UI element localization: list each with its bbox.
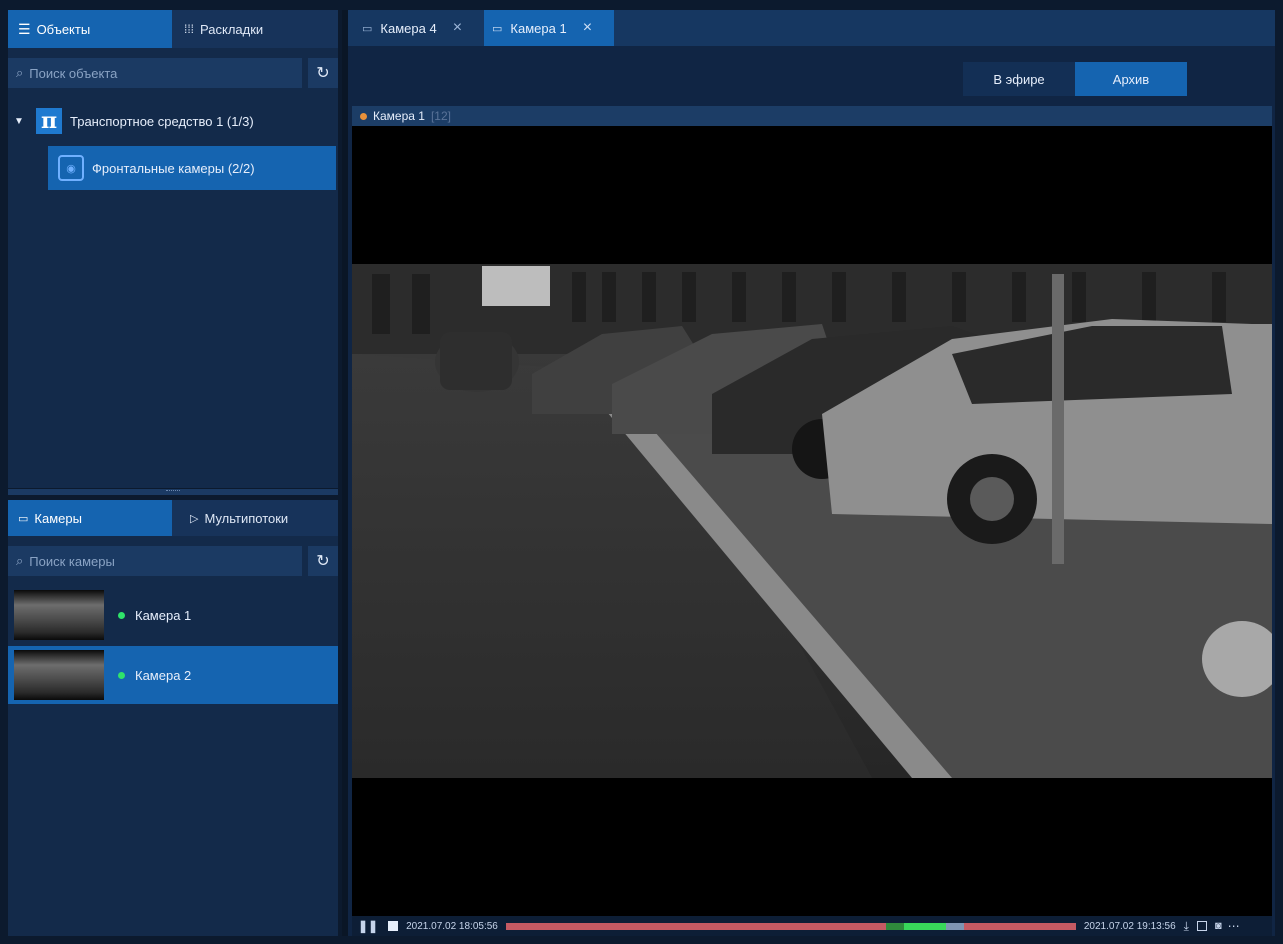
tab-camera-4[interactable]: ▭ Камера 4 × (354, 10, 482, 46)
tab-camera-1[interactable]: ▭ Камера 1 × (484, 10, 614, 46)
player-header: Камера 1 [12] (352, 106, 1272, 126)
refresh-objects-button[interactable]: ↻ (308, 58, 338, 88)
panel-splitter[interactable] (8, 489, 338, 495)
live-button-label: В эфире (993, 71, 1045, 87)
camera-group-icon: ◉ (58, 155, 84, 181)
video-image (352, 264, 1272, 778)
video-frame[interactable] (352, 126, 1272, 916)
camera-icon: ▭ (362, 22, 373, 35)
cameras-panel: ⌕ Поиск камеры ↻ Камера 1 Камера 2 (8, 536, 338, 936)
snapshot-icon[interactable]: ◙ (1215, 920, 1222, 932)
refresh-cameras-button[interactable]: ↻ (308, 546, 338, 576)
more-icon[interactable]: ⋯ (1228, 919, 1240, 933)
camera-thumbnail (14, 590, 104, 640)
main-area: ▭ Камера 4 × ▭ Камера 1 × В эфире Архив … (348, 10, 1275, 936)
tab-cameras-label: Камеры (34, 510, 82, 526)
camera-search-placeholder: Поиск камеры (29, 553, 115, 569)
timeline-recorded (505, 922, 1076, 930)
tab-layouts[interactable]: ⁞⁞⁞ Раскладки (172, 10, 338, 48)
pi-icon: π (36, 108, 62, 134)
tab-multistreams[interactable]: ▷ Мультипотоки (172, 500, 338, 536)
stop-button[interactable] (388, 921, 399, 931)
camera-icon: ▭ (18, 512, 29, 525)
archive-button[interactable]: Архив (1075, 62, 1187, 96)
tab-camera-1-label: Камера 1 (510, 20, 567, 36)
camera-icon: ▭ (492, 22, 503, 35)
tab-camera-4-label: Камера 4 (380, 20, 437, 36)
tree-root-item[interactable]: ▼ π Транспортное средство 1 (1/3) (14, 106, 334, 136)
tab-objects[interactable]: ☰ Объекты (8, 10, 172, 48)
close-icon[interactable]: × (453, 19, 462, 37)
pause-button[interactable]: ❚❚ (358, 919, 378, 933)
archive-button-label: Архив (1112, 71, 1150, 87)
close-icon[interactable]: × (583, 19, 592, 37)
camera-tab-bar: ▭ Камеры ▷ Мультипотоки (8, 500, 338, 536)
download-icon[interactable]: ⤓ (1184, 919, 1189, 934)
online-status-dot (118, 611, 125, 619)
tab-cameras[interactable]: ▭ Камеры (8, 500, 172, 536)
tab-layouts-label: Раскладки (200, 21, 264, 37)
object-search-input[interactable]: ⌕ Поиск объекта (8, 58, 302, 88)
search-icon: ⌕ (16, 553, 24, 568)
online-status-dot (118, 671, 125, 679)
left-tab-bar: ☰ Объекты ⁞⁞⁞ Раскладки (8, 10, 338, 48)
tree-child-item[interactable]: ◉ Фронтальные камеры (2/2) (48, 146, 336, 190)
recording-status-dot (360, 112, 367, 120)
camera-tab-strip: ▭ Камера 4 × ▭ Камера 1 × (348, 10, 1275, 46)
list-icon: ☰ (18, 20, 31, 37)
timeline-segment (945, 922, 964, 930)
search-icon: ⌕ (16, 65, 24, 80)
timeline-segment (903, 922, 946, 930)
live-button[interactable]: В эфире (963, 62, 1075, 96)
camera-thumbnail (14, 650, 104, 700)
timeline-start-time: 2021.07.02 18:05:56 (406, 920, 498, 932)
timeline-track[interactable] (505, 922, 1076, 930)
tree-child-label: Фронтальные камеры (2/2) (92, 160, 255, 176)
street-scene-image (352, 264, 1272, 778)
player-id: [12] (430, 109, 451, 123)
object-search-placeholder: Поиск объекта (29, 65, 118, 81)
tree-root-label: Транспортное средство 1 (1/3) (70, 113, 254, 129)
grid-icon: ⁞⁞⁞ (184, 22, 195, 36)
refresh-icon: ↻ (316, 65, 330, 82)
player-title: Камера 1 (373, 109, 425, 123)
camera-list-item[interactable]: Камера 2 (8, 646, 338, 704)
camera-list-item[interactable]: Камера 1 (8, 586, 338, 644)
playback-bar: ❚❚ 2021.07.02 18:05:56 2021.07.02 19:13:… (352, 916, 1272, 936)
objects-panel: ⌕ Поиск объекта ↻ ▼ π Транспортное средс… (8, 48, 338, 488)
camera-label: Камера 2 (135, 667, 192, 683)
timeline-end-time: 2021.07.02 19:13:56 (1083, 920, 1176, 932)
splitter-grip (166, 490, 180, 495)
tab-multistreams-label: Мультипотоки (204, 510, 289, 526)
camera-label: Камера 1 (135, 607, 192, 623)
expand-arrow-icon: ▼ (14, 115, 24, 127)
refresh-icon: ↻ (316, 553, 330, 570)
timeline-segment (885, 922, 904, 930)
play-icon: ▷ (190, 512, 199, 525)
camera-search-input[interactable]: ⌕ Поиск камеры (8, 546, 302, 576)
calendar-icon[interactable] (1196, 921, 1207, 931)
tab-objects-label: Объекты (36, 21, 91, 37)
